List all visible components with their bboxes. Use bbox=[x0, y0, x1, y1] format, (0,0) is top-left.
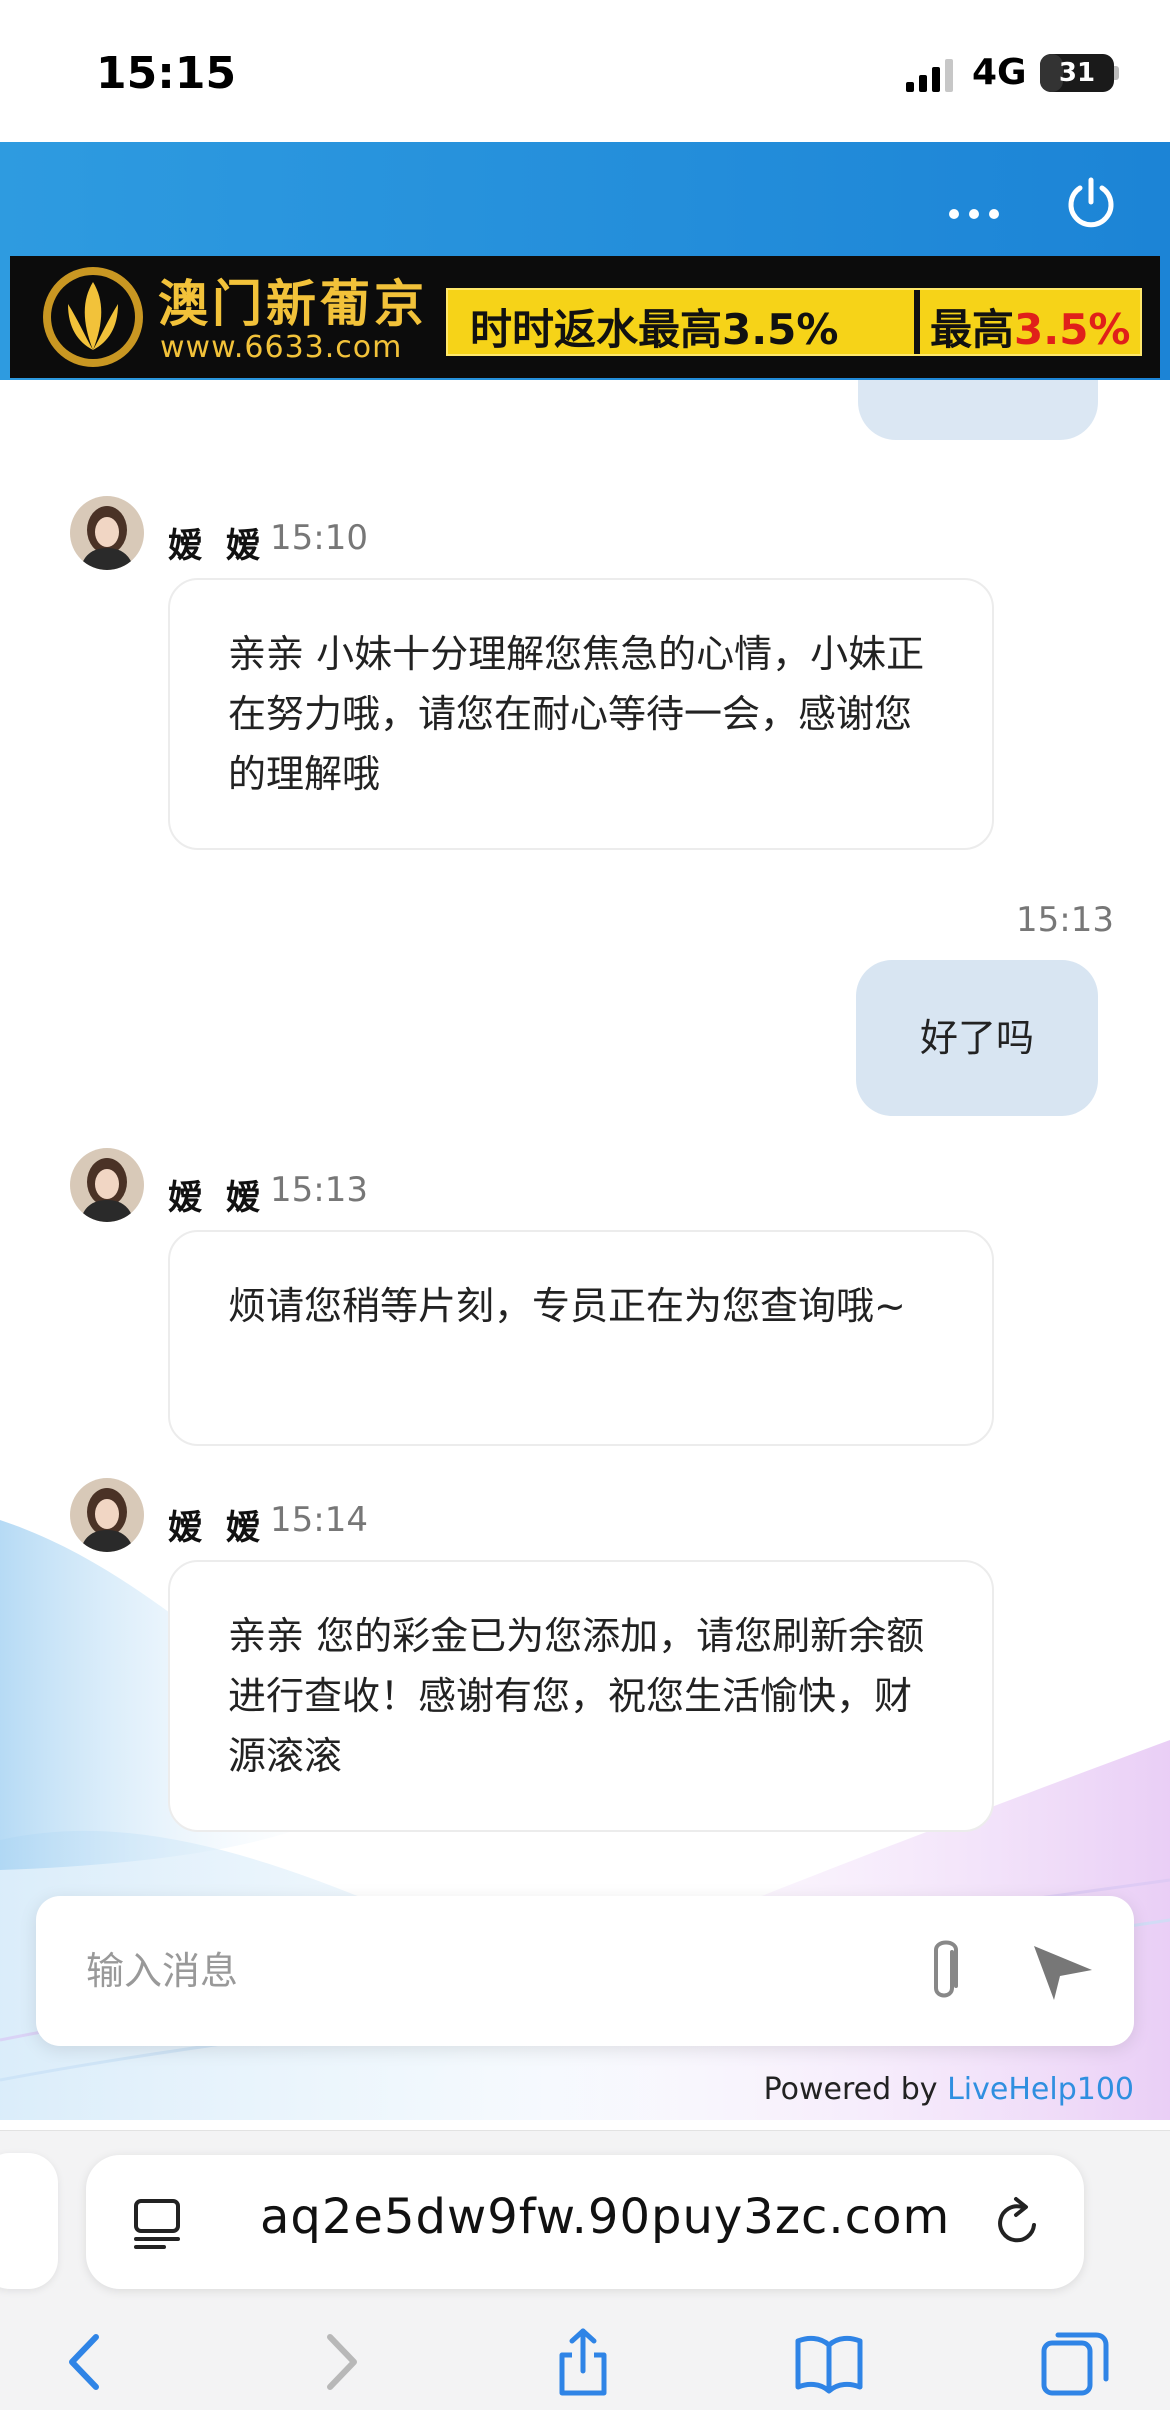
avatar bbox=[70, 1478, 144, 1552]
banner-slogan: 时时返水最高3.5% bbox=[470, 305, 839, 354]
outgoing-message-bubble: 好了吗 bbox=[856, 960, 1098, 1116]
reload-icon[interactable] bbox=[992, 2195, 1044, 2251]
incoming-message-bubble: 亲亲 小妹十分理解您焦急的心情，小妹正在努力哦，请您在耐心等待一会，感谢您的理解… bbox=[168, 578, 994, 850]
banner-divider bbox=[914, 290, 920, 354]
sender-name: 嫒 嫒 bbox=[168, 1508, 266, 1548]
status-bar: 15:15 4G 31 bbox=[0, 0, 1170, 142]
banner-brand: 澳门新葡京 bbox=[158, 274, 428, 333]
browser-toolbar bbox=[0, 2321, 1170, 2401]
banner-slogan-right: 最高3.5% bbox=[930, 296, 1131, 357]
livehelp-link[interactable]: LiveHelp100 bbox=[947, 2072, 1134, 2107]
agent-avatar-image bbox=[70, 1478, 144, 1552]
previous-tab-preview[interactable] bbox=[0, 2153, 58, 2289]
message-time: 15:14 bbox=[270, 1500, 368, 1540]
incoming-message-bubble: 亲亲 您的彩金已为您添加，请您刷新余额进行查收！感谢有您，祝您生活愉快，财源滚滚 bbox=[168, 1560, 994, 1832]
powered-prefix: Powered by bbox=[763, 2072, 938, 2107]
previous-outgoing-bubble bbox=[858, 380, 1098, 440]
agent-avatar-image bbox=[70, 496, 144, 570]
bookmarks-icon[interactable] bbox=[794, 2327, 864, 2397]
banner-slogan-box: 时时返水最高3.5% 最高3.5% bbox=[446, 288, 1142, 356]
casino-logo-icon bbox=[43, 267, 143, 367]
chat-messages[interactable]: 嫒 嫒 15:10 亲亲 小妹十分理解您焦急的心情，小妹正在努力哦，请您在耐心等… bbox=[0, 380, 1170, 2120]
ad-banner[interactable]: 澳门新葡京 www.6633.com 时时返水最高3.5% 最高3.5% bbox=[10, 256, 1160, 378]
message-composer bbox=[36, 1896, 1134, 2046]
more-dots-icon[interactable] bbox=[944, 194, 1004, 234]
reader-icon[interactable] bbox=[132, 2197, 182, 2249]
back-icon[interactable] bbox=[52, 2327, 122, 2397]
battery-percent: 31 bbox=[1058, 58, 1096, 88]
message-time: 15:13 bbox=[1016, 900, 1114, 940]
avatar bbox=[70, 1148, 144, 1222]
battery-cap bbox=[1114, 66, 1119, 80]
message-time: 15:13 bbox=[270, 1170, 368, 1210]
message-input[interactable] bbox=[86, 1936, 886, 2006]
tabs-icon[interactable] bbox=[1040, 2327, 1110, 2397]
power-icon[interactable] bbox=[1064, 176, 1118, 230]
banner-url: www.6633.com bbox=[160, 330, 403, 365]
paperclip-icon[interactable] bbox=[912, 1936, 976, 2008]
incoming-message-bubble: 烦请您稍等片刻，专员正在为您查询哦~ bbox=[168, 1230, 994, 1446]
powered-by: Powered by LiveHelp100 bbox=[764, 2072, 1134, 2107]
avatar bbox=[70, 496, 144, 570]
forward-icon[interactable] bbox=[304, 2327, 374, 2397]
sender-name: 嫒 嫒 bbox=[168, 526, 266, 566]
cellular-signal-icon bbox=[906, 59, 953, 92]
sender-name: 嫒 嫒 bbox=[168, 1178, 266, 1218]
chat-header: 澳门新葡京 www.6633.com 时时返水最高3.5% 最高3.5% bbox=[0, 142, 1170, 380]
message-time: 15:10 bbox=[270, 518, 368, 558]
banner-right-value: 3.5% bbox=[1014, 305, 1131, 354]
address-bar[interactable]: aq2e5dw9fw.90puy3zc.com bbox=[86, 2155, 1084, 2289]
battery-icon: 31 bbox=[1040, 54, 1114, 92]
status-time: 15:15 bbox=[96, 48, 237, 99]
send-icon[interactable] bbox=[1028, 1940, 1098, 2004]
url-text[interactable]: aq2e5dw9fw.90puy3zc.com bbox=[260, 2189, 950, 2245]
network-type: 4G bbox=[972, 52, 1027, 93]
agent-avatar-image bbox=[70, 1148, 144, 1222]
browser-bottom-bar: aq2e5dw9fw.90puy3zc.com bbox=[0, 2130, 1170, 2410]
share-icon[interactable] bbox=[548, 2327, 618, 2397]
banner-right-prefix: 最高 bbox=[930, 305, 1015, 354]
